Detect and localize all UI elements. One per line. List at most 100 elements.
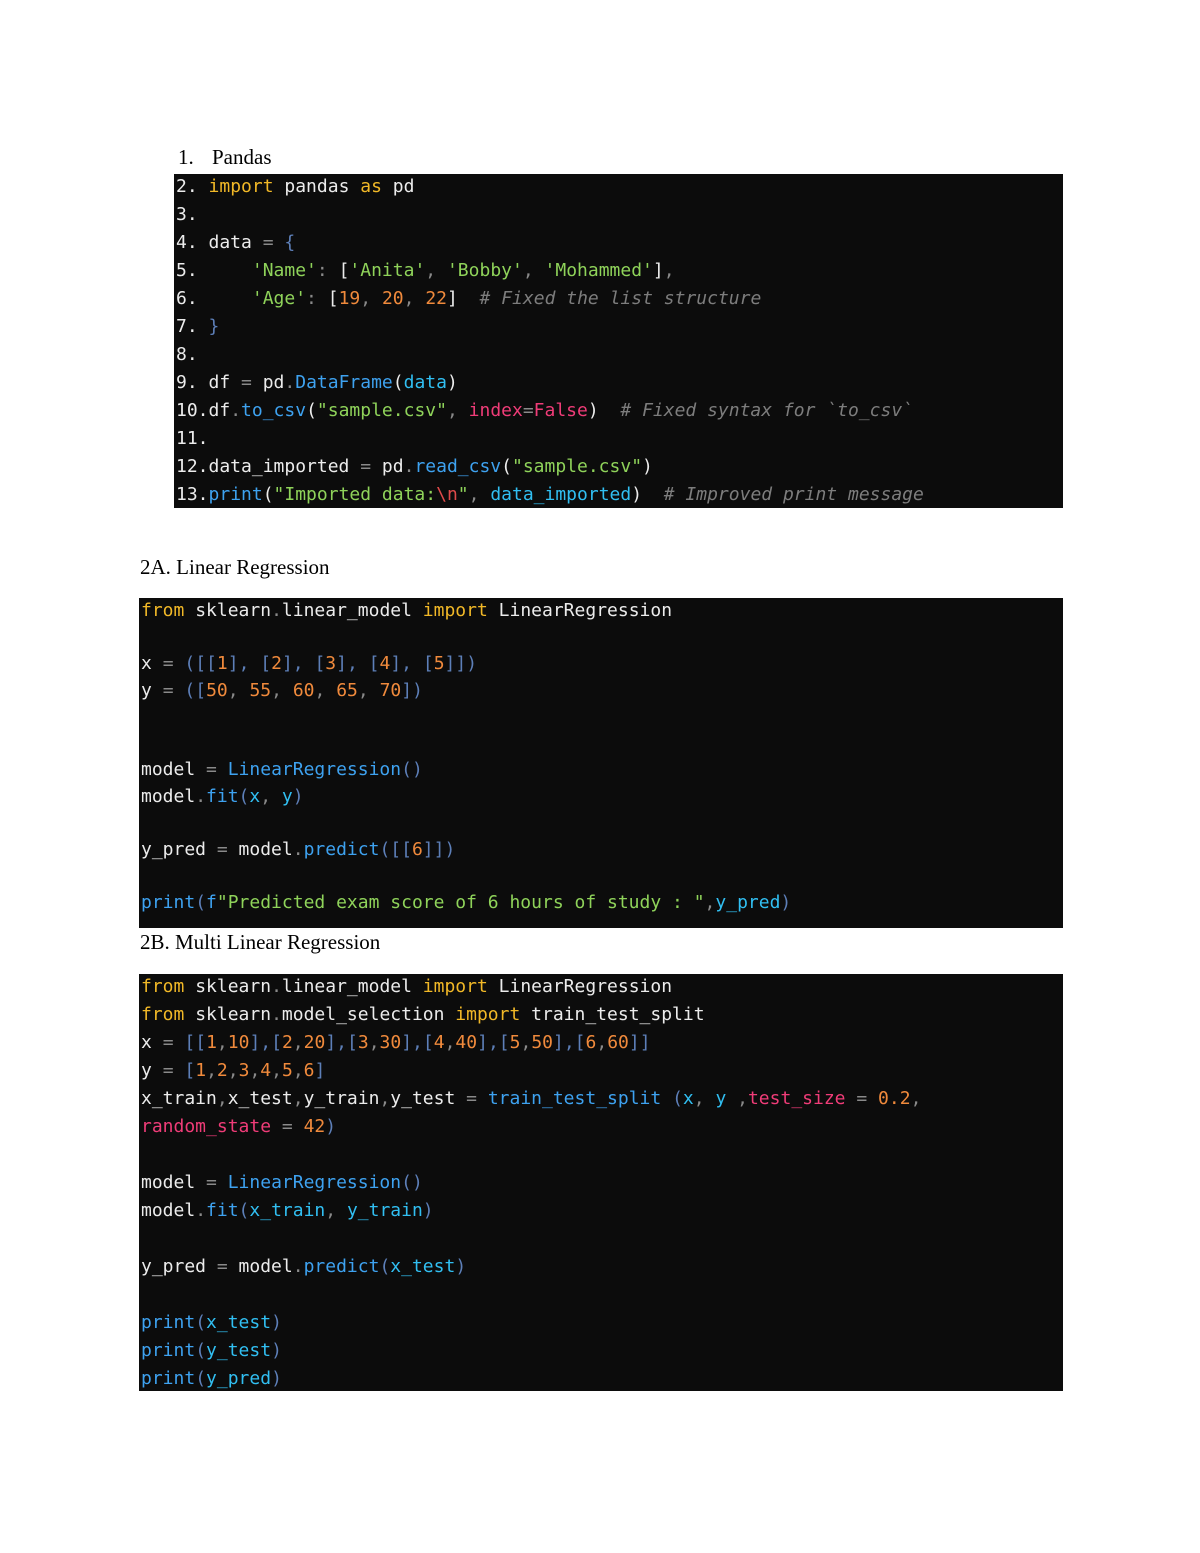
code-token: predict: [303, 1256, 380, 1277]
code-token: =: [281, 1116, 293, 1137]
code-token: 20: [381, 288, 404, 309]
code-token: ]): [401, 679, 423, 701]
code-token: fit: [206, 1200, 239, 1221]
code-token: (: [238, 1200, 250, 1221]
code-token: data_imported: [490, 484, 632, 505]
code-token: ,: [216, 1088, 228, 1109]
code-token: (: [195, 1312, 207, 1333]
code-token: .: [403, 456, 415, 477]
code-token: "sample.csv": [316, 400, 447, 421]
code-token: ,: [704, 891, 716, 913]
code-token: 19: [338, 288, 361, 309]
code-token: 'Mohammed': [544, 260, 653, 281]
code-token: LinearRegression: [487, 976, 673, 997]
code-token: y_test: [390, 1088, 467, 1109]
code-token: x: [682, 1088, 694, 1109]
code-token: =: [466, 1088, 477, 1109]
code-line: 10.df.to_csv("sample.csv", index=False) …: [176, 398, 913, 424]
code-token: y_pred: [141, 838, 217, 860]
code-token: 12.data_imported: [176, 456, 361, 477]
code-token: f: [206, 891, 217, 913]
code-line: from sklearn.linear_model import LinearR…: [141, 974, 672, 1000]
code-line: 6. 'Age': [19, 20, 22] # Fixed the list …: [176, 286, 761, 312]
code-token: [[: [184, 1032, 207, 1053]
code-token: DataFrame: [295, 372, 393, 393]
code-token: "Imported data:: [273, 484, 437, 505]
code-token: 10.df: [176, 400, 231, 421]
code-token: (: [379, 1256, 391, 1277]
code-token: =: [206, 1172, 217, 1193]
code-line: print(x_test): [141, 1310, 282, 1336]
code-token: 13.: [176, 484, 209, 505]
code-line: model.fit(x, y): [141, 784, 304, 810]
code-token: 10: [227, 1032, 250, 1053]
code-token: ,: [260, 785, 282, 807]
code-token: # Fixed the list structure: [479, 288, 762, 309]
code-token: ): [422, 1200, 434, 1221]
code-token: 2: [216, 1060, 228, 1081]
code-token: ): [325, 1116, 337, 1137]
code-token: :: [306, 288, 328, 309]
code-token: [: [327, 288, 339, 309]
code-token: 4. data: [176, 232, 263, 253]
code-token: y_train: [303, 1088, 380, 1109]
code-token: False: [533, 400, 588, 421]
code-token: index: [468, 400, 523, 421]
code-token: x: [141, 1032, 163, 1053]
code-token: from: [141, 1004, 185, 1025]
code-line: 12.data_imported = pd.read_csv("sample.c…: [176, 454, 653, 480]
code-token: data: [403, 372, 447, 393]
code-token: ,: [368, 1032, 380, 1053]
code-line: random_state = 42): [141, 1114, 336, 1140]
code-token: [: [184, 1060, 196, 1081]
code-line: 2. import pandas as pd: [176, 174, 414, 200]
code-token: 22: [425, 288, 448, 309]
code-token: 55: [249, 679, 272, 701]
code-token: from: [141, 976, 185, 997]
code-token: x: [249, 785, 261, 807]
code-token: read_csv: [414, 456, 502, 477]
code-token: 3: [238, 1060, 250, 1081]
code-token: =: [262, 232, 274, 253]
code-token: 3: [325, 653, 337, 674]
code-token: ): [780, 891, 792, 913]
code-token: 42: [303, 1116, 326, 1137]
code-line: y = ([50, 55, 60, 65, 70]): [141, 678, 423, 704]
code-token: ,: [292, 1060, 304, 1081]
code-token: train_test_split: [487, 1088, 662, 1109]
code-token: LinearRegression: [487, 600, 673, 621]
code-token: ,: [403, 288, 426, 309]
code-token: 11.: [176, 428, 209, 449]
code-line: model = LinearRegression(): [141, 757, 423, 783]
code-token: 'Anita': [349, 260, 426, 281]
code-token: ,: [737, 1088, 748, 1109]
code-token: ,: [357, 679, 380, 701]
code-token: print: [141, 1368, 196, 1389]
code-token: ]: [447, 288, 458, 309]
code-token: 50: [206, 679, 228, 701]
code-block-pandas: 2. import pandas as pd 3. 4. data = {5. 'N…: [174, 174, 1063, 508]
heading-linear-regression: 2A. Linear Regression: [140, 555, 330, 579]
code-token: \n: [436, 484, 458, 505]
code-token: ,: [292, 1032, 304, 1053]
code-line: 3.: [176, 202, 198, 228]
code-token: ): [631, 484, 643, 505]
code-token: 6.: [176, 288, 252, 309]
code-token: x_train: [141, 1088, 217, 1109]
code-token: pandas: [273, 176, 361, 197]
code-token: =: [241, 372, 252, 393]
code-token: from: [141, 600, 185, 621]
code-token: y: [281, 785, 293, 807]
code-token: ,: [292, 1088, 304, 1109]
code-line: y = [1,2,3,4,5,6]: [141, 1058, 325, 1084]
code-token: sklearn: [184, 1004, 272, 1025]
code-line: from sklearn.model_selection import trai…: [141, 1002, 705, 1028]
code-line: x = [[1,10],[2,20],[3,30],[4,40],[5,50],…: [141, 1030, 651, 1056]
code-token: 'Age': [251, 288, 307, 309]
code-token: ([[: [184, 653, 217, 674]
